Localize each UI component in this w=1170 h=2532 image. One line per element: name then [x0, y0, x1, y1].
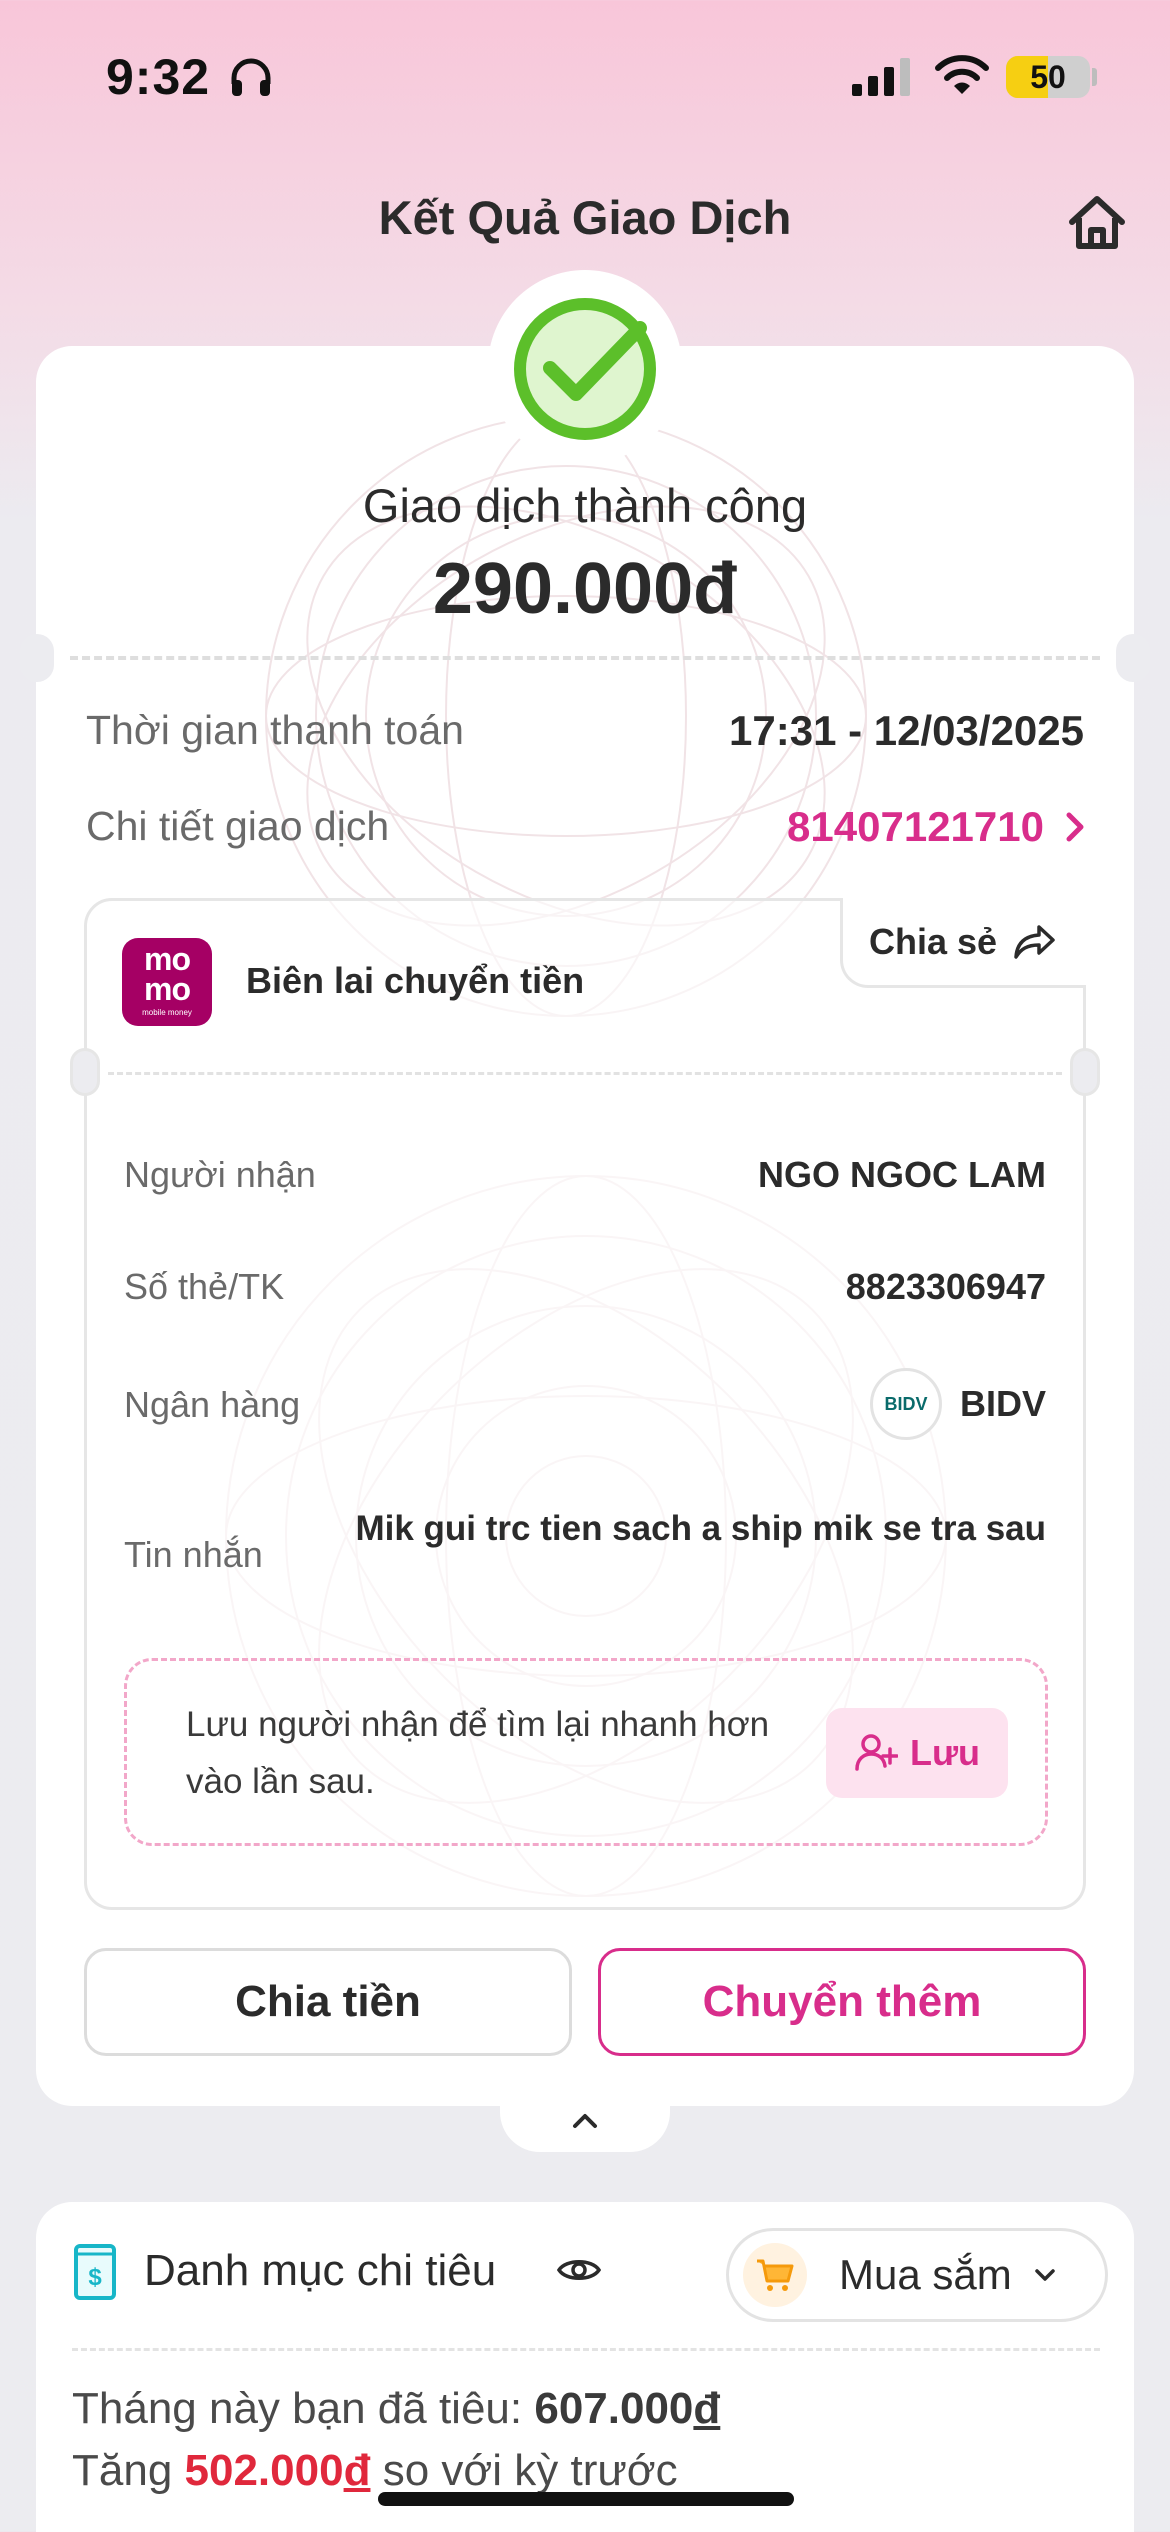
ticket-notch-left: [20, 634, 54, 682]
receipt-title: Biên lai chuyển tiền: [246, 960, 585, 1001]
transaction-detail-link[interactable]: 81407121710: [787, 803, 1084, 851]
message-value: Mik gui trc tien sach a ship mik se tra …: [355, 1509, 1046, 1548]
chevron-right-icon: [1066, 812, 1084, 842]
recipient-label: Người nhận: [124, 1154, 316, 1195]
transaction-amount: 290.000đ: [432, 549, 738, 629]
save-button-label: Lưu: [909, 1732, 981, 1773]
cart-icon: [757, 2259, 794, 2291]
home-icon[interactable]: [1062, 188, 1132, 258]
svg-text:$: $: [88, 2264, 102, 2291]
battery-percent: 50: [1030, 59, 1066, 95]
battery-indicator: 50: [1006, 56, 1090, 98]
momo-logo: mo mo mobile money: [122, 938, 212, 1026]
category-label: Mua sắm: [839, 2251, 1012, 2298]
receipt-divider: [108, 1072, 1062, 1075]
spending-title: Danh mục chi tiêu: [144, 2246, 497, 2295]
cart-badge: [743, 2243, 807, 2307]
save-recipient-button[interactable]: Lưu: [826, 1708, 1008, 1798]
message-label: Tin nhắn: [124, 1534, 263, 1575]
chevron-down-icon: [1034, 2269, 1055, 2281]
transaction-detail-label: Chi tiết giao dịch: [86, 803, 390, 849]
wifi-icon: [935, 55, 989, 94]
status-time: 9:32: [106, 49, 211, 105]
check-circle-icon: [514, 298, 656, 440]
ticket-divider: [70, 656, 1100, 660]
receipt-notch-right: [1070, 1048, 1100, 1096]
signal-icon: [852, 58, 910, 96]
payment-time-label: Thời gian thanh toán: [86, 707, 464, 753]
headphones-icon: [231, 58, 271, 96]
battery-nub: [1092, 68, 1097, 86]
increase-amount: 502.000: [184, 2446, 344, 2495]
account-label: Số thẻ/TK: [124, 1266, 285, 1307]
share-label: Chia sẻ: [869, 920, 998, 962]
recipient-value: NGO NGOC LAM: [758, 1154, 1046, 1195]
spent-amount: 607.000: [534, 2384, 694, 2433]
status-bar: 9:32 50: [0, 0, 1170, 150]
split-money-button[interactable]: Chia tiền: [84, 1948, 572, 2056]
category-dropdown[interactable]: Mua sắm: [726, 2228, 1108, 2322]
spending-divider: [72, 2348, 1100, 2351]
spending-increase: Tăng 502.000đ so với kỳ trước: [72, 2446, 678, 2495]
payment-time-value: 17:31 - 12/03/2025: [729, 707, 1084, 754]
success-title: Giao dịch thành công: [362, 479, 808, 532]
home-indicator: [378, 2492, 794, 2506]
transfer-more-button[interactable]: Chuyển thêm: [598, 1948, 1086, 2056]
share-arrow-icon: [1014, 924, 1055, 959]
bank-value-group: BIDV BIDV: [869, 1368, 1046, 1440]
account-value: 8823306947: [845, 1266, 1046, 1307]
page-title: Kết Quả Giao Dịch: [378, 191, 792, 244]
ticket-notch-right: [1116, 634, 1150, 682]
chevron-up-icon: [573, 2114, 597, 2128]
bank-value: BIDV: [959, 1383, 1046, 1424]
wallet-icon: $: [74, 2244, 116, 2300]
share-button[interactable]: Chia sẻ: [840, 898, 1086, 988]
add-user-icon: [855, 1734, 898, 1771]
receipt-notch-left: [70, 1048, 100, 1096]
collapse-tab[interactable]: [500, 2090, 670, 2152]
save-recipient-prompt: Lưu người nhận để tìm lại nhanh hơn vào …: [186, 1705, 770, 1801]
bidv-logo: BIDV: [869, 1368, 942, 1440]
spending-this-month: Tháng này bạn đã tiêu: 607.000đ: [72, 2384, 721, 2433]
bank-label: Ngân hàng: [124, 1384, 301, 1425]
eye-icon[interactable]: [556, 2254, 602, 2286]
transaction-id: 81407121710: [787, 803, 1044, 850]
